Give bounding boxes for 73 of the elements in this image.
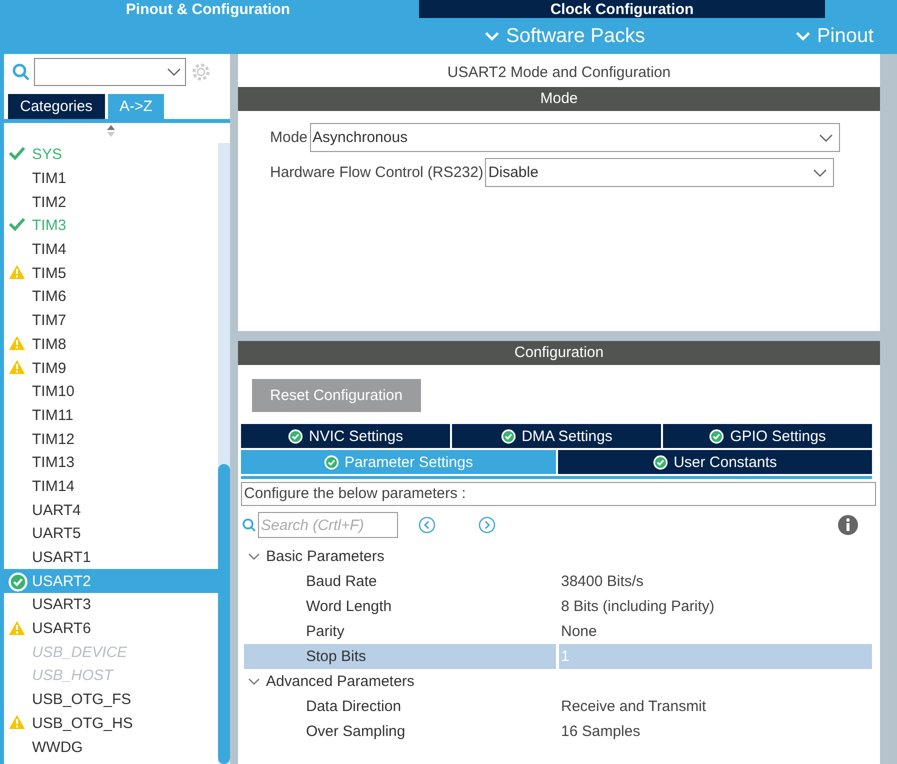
chevron-icon: [248, 678, 260, 686]
parameter-value[interactable]: 38400 Bits/s: [559, 569, 872, 594]
parameter-name[interactable]: Over Sampling: [244, 719, 556, 744]
check-circle-icon: [288, 428, 303, 444]
previous-icon[interactable]: [418, 516, 436, 534]
chevron-icon: [248, 552, 260, 560]
caret-icon: [818, 134, 833, 142]
peripheral-item[interactable]: TIM1: [4, 166, 218, 190]
field-label: Hardware Flow Control (RS232): [270, 164, 484, 181]
check-circle-icon: [500, 428, 516, 444]
dropdown-field[interactable]: Asynchronous: [310, 123, 840, 152]
perspective-tab[interactable]: Clock Configuration: [419, 0, 825, 18]
search-icon: [12, 63, 30, 81]
chevron-down-icon: [484, 31, 500, 41]
peripheral-item[interactable]: TIM11: [4, 404, 218, 428]
peripheral-item[interactable]: TIM6: [4, 285, 218, 309]
hint-text: Configure the below parameters :: [241, 482, 876, 506]
parameter-name[interactable]: Parity: [244, 619, 556, 644]
next-icon[interactable]: [478, 516, 496, 534]
settings-icon[interactable]: [190, 61, 212, 83]
dropdown-field[interactable]: Disable: [485, 158, 834, 187]
peripheral-item[interactable]: USART1: [4, 546, 218, 570]
peripheral-item[interactable]: TIM7: [4, 308, 218, 332]
check-circle-icon: [324, 454, 339, 470]
field-label: Mode: [270, 129, 308, 146]
parameter-value[interactable]: 8 Bits (including Parity): [559, 594, 872, 619]
sort-icon[interactable]: [106, 125, 116, 137]
scrollbar-thumb[interactable]: [218, 464, 230, 764]
peripheral-item[interactable]: USB_OTG_HS: [4, 712, 218, 736]
peripheral-item[interactable]: TIM2: [4, 190, 218, 214]
peripheral-item[interactable]: TIM4: [4, 238, 218, 262]
check-circle-icon: [709, 428, 724, 444]
group-label: Basic Parameters: [266, 548, 384, 565]
peripheral-item[interactable]: USB_OTG_FS: [4, 688, 218, 712]
chevron-down-icon: [794, 31, 811, 41]
caret-icon: [167, 68, 181, 76]
settings-tab[interactable]: User Constants: [558, 450, 872, 474]
parameter-group[interactable]: Advanced Parameters: [238, 669, 880, 694]
peripheral-item[interactable]: UART5: [4, 522, 218, 546]
section-header: Mode: [238, 87, 880, 111]
peripheral-item[interactable]: TIM9: [4, 356, 218, 380]
settings-tab[interactable]: GPIO Settings: [663, 424, 872, 448]
peripheral-item[interactable]: TIM5: [4, 261, 218, 286]
search-field[interactable]: Search (Crtl+F): [258, 512, 398, 538]
group-label: Advanced Parameters: [266, 673, 414, 690]
scrollbar-track[interactable]: [218, 143, 230, 764]
peripheral-item[interactable]: TIM14: [4, 474, 218, 498]
info-icon[interactable]: [838, 515, 858, 535]
parameter-value[interactable]: None: [559, 619, 872, 644]
caret-icon: [813, 168, 828, 176]
peripheral-item[interactable]: TIM12: [4, 427, 218, 451]
view-tab[interactable]: Categories: [8, 94, 105, 119]
search-combo-field[interactable]: [34, 58, 186, 86]
peripheral-item[interactable]: TIM8: [4, 332, 218, 356]
parameter-name[interactable]: Baud Rate: [244, 569, 556, 594]
panel-title: USART2 Mode and Configuration: [446, 63, 672, 83]
settings-tab[interactable]: NVIC Settings: [241, 424, 450, 448]
search-icon: [242, 518, 256, 532]
peripheral-item[interactable]: TIM10: [4, 380, 218, 404]
peripheral-item[interactable]: USART3: [4, 593, 218, 617]
parameter-value[interactable]: 16 Samples: [559, 719, 872, 744]
peripheral-item[interactable]: WWDG: [4, 735, 218, 759]
check-circle-icon: [652, 454, 668, 470]
parameter-value[interactable]: Receive and Transmit: [559, 694, 872, 719]
section-header: Configuration: [238, 341, 880, 365]
peripheral-item[interactable]: UART4: [4, 498, 218, 522]
parameter-name[interactable]: Word Length: [244, 594, 556, 619]
peripheral-item[interactable]: USART6: [4, 616, 218, 640]
parameter-name[interactable]: Data Direction: [244, 694, 556, 719]
parameter-name[interactable]: Stop Bits: [244, 644, 556, 669]
settings-tab[interactable]: DMA Settings: [452, 424, 661, 448]
parameter-group[interactable]: Basic Parameters: [238, 544, 880, 569]
peripheral-item[interactable]: TIM13: [4, 450, 218, 475]
